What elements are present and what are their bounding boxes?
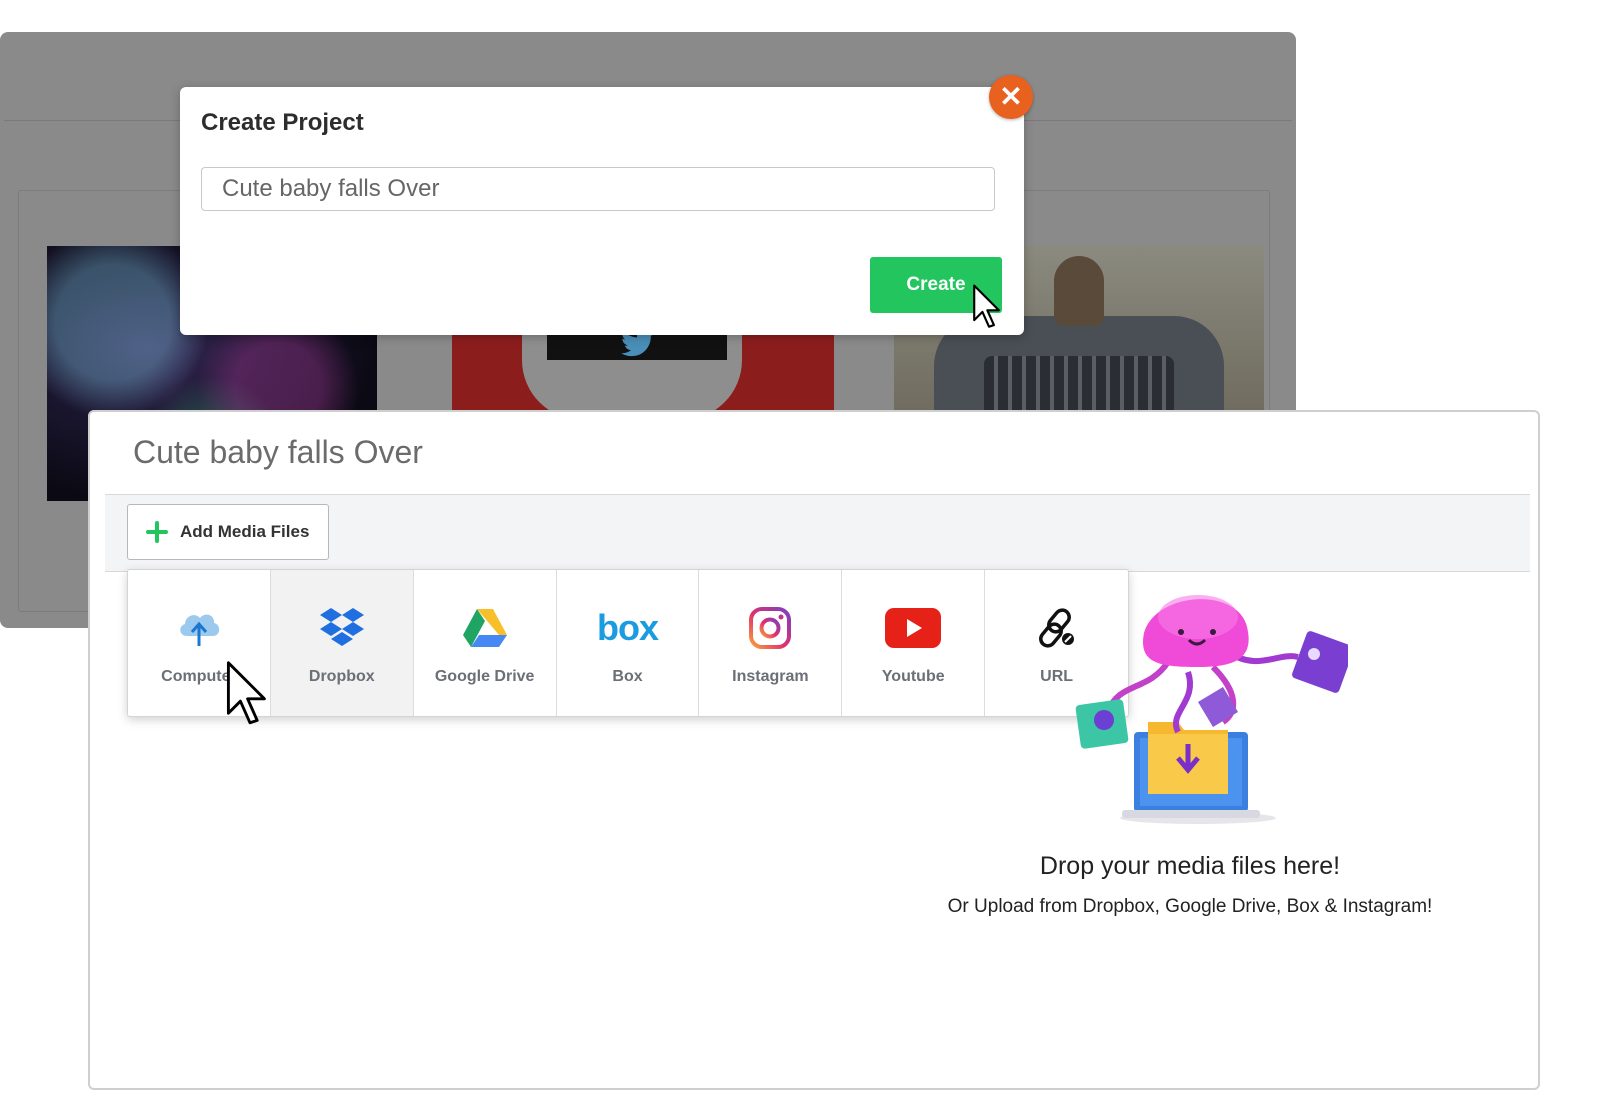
source-google-drive[interactable]: Google Drive: [414, 570, 557, 716]
create-project-modal: Create Project Create: [180, 87, 1024, 335]
mouse-cursor-icon: [226, 661, 266, 725]
thumbnail-grill: [984, 356, 1174, 416]
source-label-google-drive: Google Drive: [434, 668, 535, 685]
youtube-icon: [885, 608, 942, 648]
source-label-instagram: Instagram: [732, 668, 809, 685]
add-media-files-label: Add Media Files: [180, 522, 310, 541]
jellyfish-upload-illustration: [1075, 595, 1348, 824]
source-youtube[interactable]: Youtube: [842, 570, 986, 716]
dropbox-icon: [319, 608, 364, 646]
box-icon: box: [597, 607, 659, 648]
source-label-box: Box: [612, 668, 643, 685]
close-icon[interactable]: ✕: [989, 75, 1033, 119]
project-window: Cute baby falls Over Add Media Files Com…: [88, 410, 1540, 1090]
project-title: Cute baby falls Over: [133, 434, 423, 470]
dropzone-title: Drop your media files here!: [1039, 852, 1341, 880]
source-box[interactable]: box Box: [557, 570, 700, 716]
project-name-input[interactable]: [201, 167, 995, 211]
modal-title: Create Project: [201, 109, 364, 136]
add-media-files-button[interactable]: Add Media Files: [127, 504, 329, 560]
instagram-icon: [749, 607, 792, 649]
thumbnail-deer-head: [1054, 256, 1104, 326]
mouse-cursor-icon: [973, 284, 1000, 328]
google-drive-icon: [462, 609, 507, 647]
source-label-youtube: Youtube: [881, 668, 945, 685]
media-source-menu: Computer Dropbox Google Drive box Box In…: [127, 569, 1129, 717]
dropzone-subtitle: Or Upload from Dropbox, Google Drive, Bo…: [947, 896, 1433, 917]
source-dropbox[interactable]: Dropbox: [270, 570, 414, 716]
source-instagram[interactable]: Instagram: [699, 570, 843, 716]
source-label-dropbox: Dropbox: [308, 668, 375, 685]
plus-icon: [144, 519, 170, 545]
cloud-upload-icon: [180, 614, 220, 646]
